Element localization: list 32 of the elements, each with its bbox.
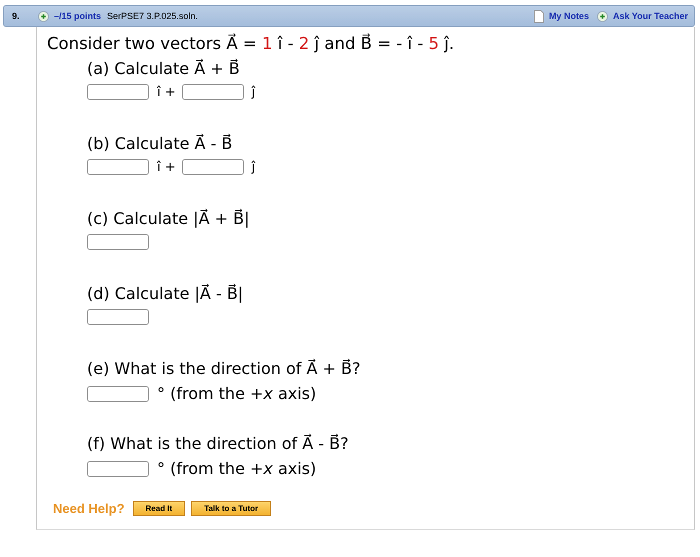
answer-field[interactable] [87,159,149,175]
answer-field[interactable] [87,460,149,476]
unit-text: ĵ [252,160,256,174]
question-text: (e) What is the direction of A⃗ + B⃗? [87,359,362,378]
question-text: (a) Calculate A⃗ + B⃗ [87,59,241,78]
points-label: –/15 points [54,11,102,21]
unit-text: î + [157,84,176,100]
question-text: (f) What is the direction of A⃗ - B⃗? [87,434,350,453]
answer-field[interactable] [87,84,149,100]
answer-field[interactable] [87,234,149,250]
plus-icon[interactable] [38,10,49,22]
answer-field[interactable] [182,84,244,100]
unit-text: ° (from the +x axis) [157,459,316,478]
answer-field[interactable] [87,386,149,402]
unit-text: î + [157,160,176,174]
question-text: (c) Calculate |A⃗ + B⃗| [87,209,250,228]
plus-icon[interactable] [596,10,608,22]
help-button[interactable]: Talk to a Tutor [191,501,272,516]
question-number: 9. [11,11,21,21]
question-text: (b) Calculate A⃗ - B⃗ [87,134,234,153]
answer-field[interactable] [87,309,149,325]
header-link[interactable]: Ask Your Teacher [612,11,688,21]
unit-text: ° (from the +x axis) [157,384,316,403]
help-label: Need Help? [53,501,125,516]
problem-statement: Consider two vectors A⃗ = 1 î - 2 ĵ and B⃗ = - î - 5 ĵ. [47,34,456,53]
note-icon[interactable] [534,10,544,22]
header-link[interactable]: My Notes [548,11,589,21]
source-label: SerPSE7 3.P.025.soln. [107,11,198,21]
help-button[interactable]: Read It [132,501,186,516]
answer-field[interactable] [182,159,244,175]
unit-text: ĵ [252,84,256,100]
question-text: (d) Calculate |A⃗ - B⃗| [87,284,244,303]
